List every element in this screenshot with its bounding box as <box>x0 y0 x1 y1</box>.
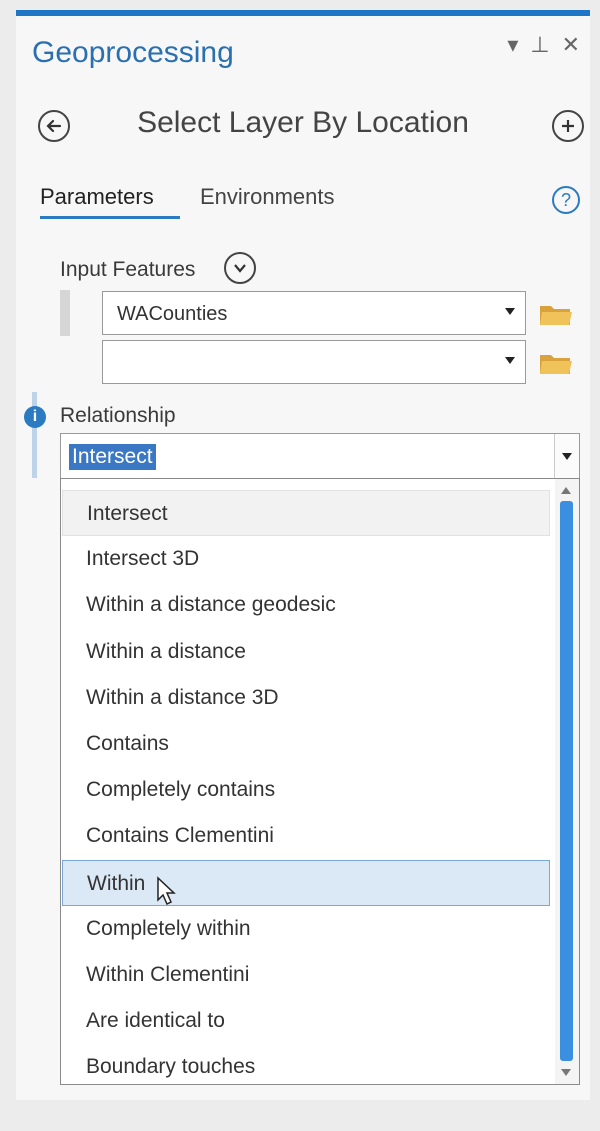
input-features-field-1[interactable]: WACounties <box>102 291 526 335</box>
scroll-up-icon[interactable] <box>561 487 571 494</box>
dropdown-arrow-icon[interactable] <box>554 434 579 478</box>
close-icon[interactable]: ✕ <box>562 32 580 58</box>
input-features-field-2[interactable] <box>102 340 526 384</box>
relationship-select[interactable]: Intersect <box>60 433 580 479</box>
relationship-option[interactable]: Intersect <box>62 490 550 536</box>
relationship-option[interactable]: Completely within <box>62 906 550 952</box>
window-controls: ▾ ⊥ ✕ <box>507 32 580 58</box>
relationship-option[interactable]: Within a distance geodesic <box>62 582 550 628</box>
relationship-label: Relationship <box>60 404 176 427</box>
tool-name: Select Layer By Location <box>137 106 469 139</box>
relationship-option[interactable]: Boundary touches <box>62 1044 550 1084</box>
info-icon[interactable]: i <box>24 406 46 428</box>
row-grip[interactable] <box>60 290 70 336</box>
input-features-label: Input Features <box>60 258 196 281</box>
dropdown-arrow-icon[interactable] <box>505 308 515 315</box>
pane-menu-icon[interactable]: ▾ <box>507 32 518 58</box>
relationship-option[interactable]: Contains <box>62 721 550 767</box>
relationship-option[interactable]: Completely contains <box>62 767 550 813</box>
chevron-down-icon <box>234 264 246 273</box>
relationship-option[interactable]: Contains Clementini <box>62 813 550 859</box>
scroll-down-icon[interactable] <box>561 1069 571 1076</box>
browse-folder-icon[interactable] <box>538 301 574 327</box>
scrollbar[interactable] <box>555 479 579 1084</box>
relationship-option[interactable]: Within Clementini <box>62 952 550 998</box>
relationship-option[interactable]: Within a distance <box>62 629 550 675</box>
add-button[interactable] <box>552 110 584 142</box>
help-icon[interactable]: ? <box>552 186 580 214</box>
relationship-dropdown-list[interactable]: Intersect Intersect 3D Within a distance g… <box>60 478 580 1085</box>
browse-folder-icon[interactable] <box>538 350 574 376</box>
relationship-option[interactable]: Intersect 3D <box>62 536 550 582</box>
mouse-cursor-icon <box>157 876 176 906</box>
scrollbar-thumb[interactable] <box>560 501 573 1061</box>
relationship-option[interactable]: Within a distance 3D <box>62 675 550 721</box>
relationship-option[interactable]: Are identical to <box>62 998 550 1044</box>
plus-icon <box>562 120 574 132</box>
relationship-option[interactable]: Within <box>62 859 550 906</box>
relationship-selected-value: Intersect <box>69 444 156 470</box>
tab-parameters[interactable]: Parameters <box>40 184 154 210</box>
input-features-value: WACounties <box>117 303 228 325</box>
dropdown-arrow-icon[interactable] <box>505 357 515 364</box>
pane-title: Geoprocessing <box>32 36 234 69</box>
geoprocessing-pane: Geoprocessing ▾ ⊥ ✕ Select Layer By Loca… <box>16 10 590 1100</box>
active-tab-indicator <box>40 216 180 219</box>
pane-accent-bar <box>16 10 590 16</box>
info-marker-bar <box>32 392 37 478</box>
expand-button[interactable] <box>224 252 256 284</box>
tab-environments[interactable]: Environments <box>200 184 335 210</box>
pin-icon[interactable]: ⊥ <box>530 32 549 58</box>
